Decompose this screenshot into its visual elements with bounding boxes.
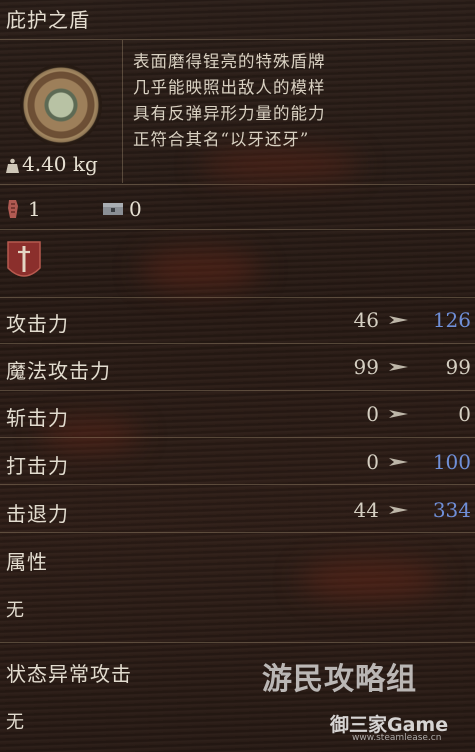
stat-current: 0	[366, 402, 379, 426]
description-line-2: 几乎能映照出敌人的模样	[133, 78, 326, 97]
item-name: 庇护之盾	[6, 8, 90, 32]
stat-current: 0	[366, 450, 379, 474]
stat-label: 魔法攻击力	[6, 359, 111, 383]
stat-new: 0	[458, 402, 471, 426]
stat-current: 46	[353, 308, 379, 332]
watermark-url: www.steamlease.cn	[352, 733, 442, 743]
sword-emblem-icon	[7, 241, 41, 277]
status-effect-value: 无	[6, 712, 25, 733]
stat-new: 99	[445, 355, 471, 379]
attribute-value: 无	[6, 600, 25, 621]
divider	[0, 343, 475, 344]
arrow-right-icon	[389, 506, 408, 514]
attribute-label: 属性	[6, 550, 48, 574]
chest-icon	[103, 203, 123, 215]
description-line-3: 具有反弹异形力量的能力	[133, 104, 326, 123]
divider	[0, 184, 475, 185]
round-shield-icon	[22, 66, 100, 144]
divider	[0, 229, 475, 230]
stat-label: 击退力	[6, 502, 69, 526]
stat-current: 44	[353, 498, 379, 522]
arrow-right-icon	[389, 410, 408, 418]
stat-new: 334	[432, 498, 471, 522]
stat-label: 斩击力	[6, 406, 69, 430]
item-description-panel: 表面磨得锃亮的特殊盾牌 几乎能映照出敌人的模样 具有反弹异形力量的能力 正符合其…	[122, 40, 475, 183]
stat-label: 攻击力	[6, 312, 69, 336]
divider	[0, 437, 475, 438]
stat-new: 126	[432, 308, 471, 332]
arrow-right-icon	[389, 458, 408, 466]
stat-new: 100	[432, 450, 471, 474]
divider	[0, 484, 475, 485]
arrow-right-icon	[389, 316, 408, 324]
stat-current: 99	[353, 355, 379, 379]
weight-icon	[6, 158, 19, 173]
fist-icon	[8, 200, 18, 218]
watermark-gamersky: 游民攻略组	[262, 662, 417, 697]
divider	[0, 642, 475, 643]
divider	[0, 390, 475, 391]
description-line-4: 正符合其名“以牙还牙”	[133, 130, 310, 149]
divider	[0, 532, 475, 533]
item-weight: 4.40 kg	[22, 152, 98, 176]
divider	[0, 297, 475, 298]
arrow-right-icon	[389, 363, 408, 371]
stat-label: 打击力	[6, 454, 69, 478]
status-effect-label: 状态异常攻击	[6, 662, 132, 686]
count-first: 1	[28, 197, 41, 221]
count-second: 0	[129, 197, 142, 221]
description-line-1: 表面磨得锃亮的特殊盾牌	[133, 52, 326, 71]
